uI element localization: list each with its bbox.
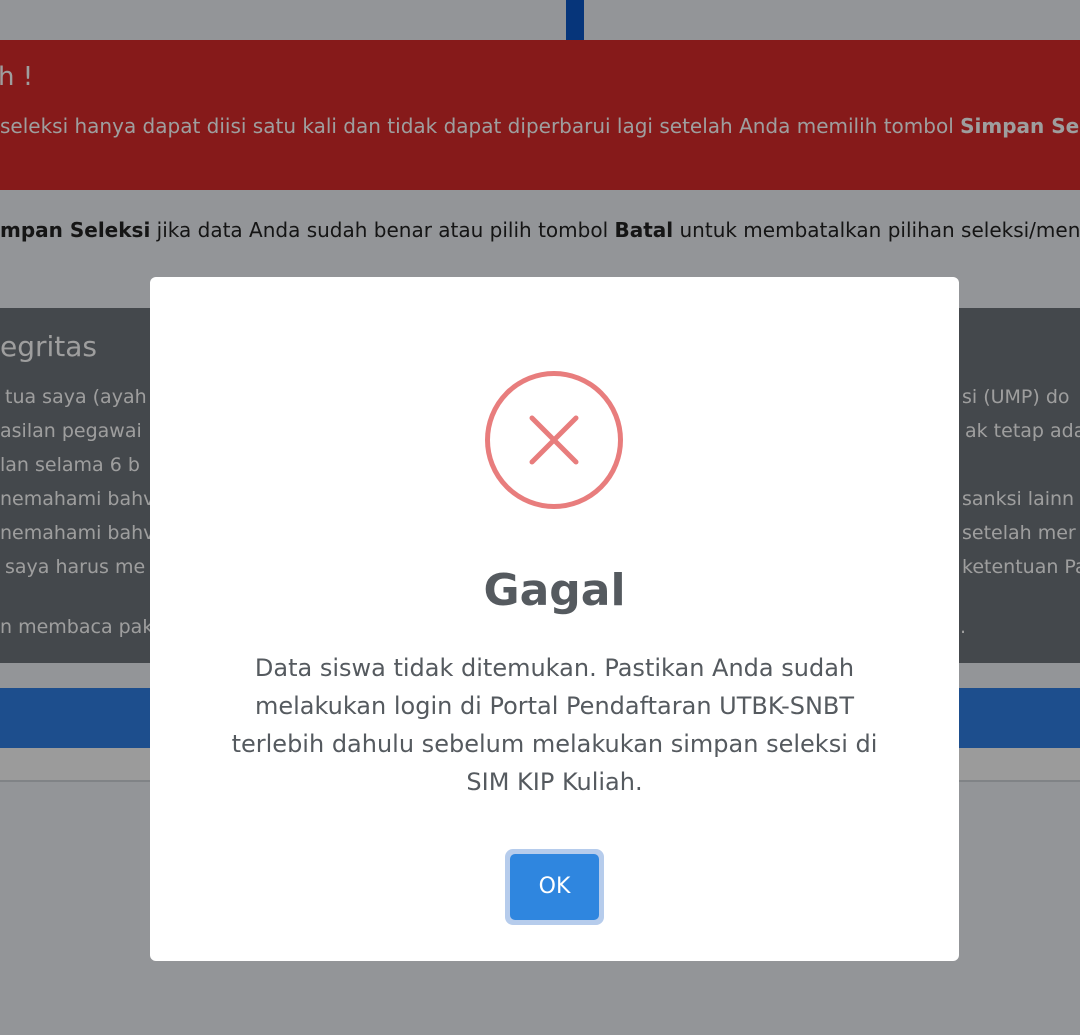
x-circle-icon	[485, 371, 623, 509]
ok-button[interactable]: OK	[505, 849, 604, 925]
modal-message: Data siswa tidak ditemukan. Pastikan And…	[231, 654, 878, 796]
ok-button-label: OK	[510, 854, 599, 920]
modal-title: Gagal	[483, 565, 626, 616]
error-modal: Gagal Data siswa tidak ditemukan. Pastik…	[150, 277, 959, 961]
